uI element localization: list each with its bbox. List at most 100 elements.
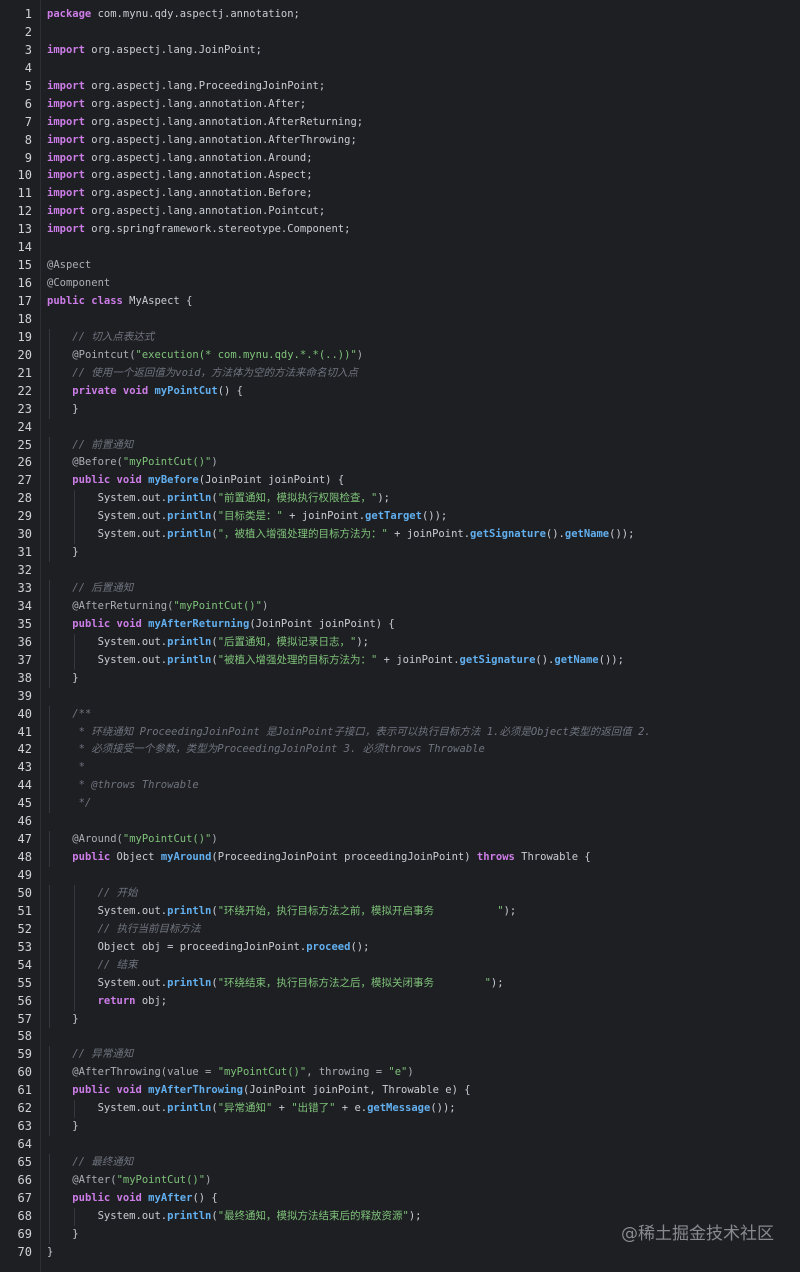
code-line[interactable]: import org.aspectj.lang.JoinPoint; xyxy=(47,42,800,60)
code-line[interactable] xyxy=(47,867,800,885)
code-line[interactable]: * 必须接受一个参数，类型为ProceedingJoinPoint 3. 必须t… xyxy=(47,741,800,760)
code-line[interactable] xyxy=(47,1136,800,1154)
code-line[interactable] xyxy=(47,1028,800,1046)
code-line[interactable]: public void myAfterThrowing(JoinPoint jo… xyxy=(47,1082,800,1101)
code-token: MyAspect { xyxy=(122,295,193,307)
code-line[interactable]: // 结束 xyxy=(47,956,800,975)
code-line[interactable]: } xyxy=(47,400,800,419)
code-line[interactable]: } xyxy=(47,1118,800,1137)
code-line[interactable]: private void myPointCut() { xyxy=(47,382,800,401)
code-line[interactable]: } xyxy=(47,544,800,563)
code-token: @Component xyxy=(47,277,111,290)
code-line[interactable]: public class MyAspect { xyxy=(47,293,800,311)
code-line[interactable]: System.out.println("异常通知" + "出错了" + e.ge… xyxy=(47,1100,800,1119)
code-line[interactable]: import org.springframework.stereotype.Co… xyxy=(47,221,800,239)
code-line[interactable]: * 环绕通知 ProceedingJoinPoint 是JoinPoint子接口… xyxy=(47,723,800,742)
code-token: + joinPoint. xyxy=(377,653,460,666)
indent-guide xyxy=(49,1154,50,1172)
code-line[interactable]: @Component xyxy=(47,275,800,293)
code-line[interactable]: // 使用一个返回值为void，方法体为空的方法来命名切入点 xyxy=(47,364,800,383)
code-token: (); xyxy=(350,940,370,953)
code-line[interactable]: // 开始 xyxy=(47,884,800,903)
code-line[interactable]: import org.aspectj.lang.annotation.Aroun… xyxy=(47,150,800,168)
code-token: "最终通知，模拟方法结束后的释放资源" xyxy=(217,1209,409,1222)
code-line[interactable]: public void myBefore(JoinPoint joinPoint… xyxy=(47,472,800,491)
code-line[interactable]: System.out.println("目标类是：" + joinPoint.g… xyxy=(47,508,800,527)
code-line[interactable]: // 最终通知 xyxy=(47,1154,800,1172)
line-number-gutter: 1 2 3 4 5 6 7 8 9 10 11 12 13 14 15 16 17 18 19 20 21 22 23 24 2… xyxy=(0,6,38,1262)
code-line[interactable]: import org.aspectj.lang.annotation.Befor… xyxy=(47,185,800,203)
code-line[interactable]: @AfterThrowing(value = "myPointCut()", t… xyxy=(47,1064,800,1083)
code-token: Object xyxy=(110,851,161,864)
code-token: @Pointcut( xyxy=(72,348,136,361)
code-line[interactable]: } xyxy=(47,1244,800,1262)
indent-guide xyxy=(74,920,76,939)
indent-guide xyxy=(74,526,76,545)
code-line[interactable]: @AfterReturning("myPointCut()") xyxy=(47,597,800,616)
code-token: ()); xyxy=(430,1102,456,1115)
code-token: myAfterReturning xyxy=(148,617,250,630)
code-token: ) xyxy=(211,833,218,846)
code-line[interactable] xyxy=(47,419,800,437)
code-line[interactable]: /** xyxy=(47,705,800,724)
code-token: System.out. xyxy=(47,976,168,989)
line-number: 70 xyxy=(17,1244,32,1259)
code-line[interactable]: // 前置通知 xyxy=(47,436,800,455)
indent-guide xyxy=(49,741,50,760)
indent-guide xyxy=(74,651,76,670)
code-line[interactable]: @Aspect xyxy=(47,257,800,275)
code-line[interactable]: System.out.println("被植入增强处理的目标方法为：" + jo… xyxy=(47,651,800,670)
code-line[interactable] xyxy=(47,311,800,329)
code-token: import xyxy=(47,205,85,218)
code-line[interactable]: @Before("myPointCut()") xyxy=(47,454,800,473)
code-line[interactable]: */ xyxy=(47,795,800,814)
code-token: public void xyxy=(72,474,142,487)
code-token: import xyxy=(47,151,85,164)
code-line[interactable] xyxy=(47,562,800,580)
code-line[interactable]: // 执行当前目标方法 xyxy=(47,920,800,939)
indent-guide xyxy=(74,974,76,993)
code-line[interactable]: import org.aspectj.lang.ProceedingJoinPo… xyxy=(47,78,800,96)
code-line[interactable]: public Object myAround(ProceedingJoinPoi… xyxy=(47,849,800,867)
code-line[interactable]: System.out.println("环绕结束，执行目标方法之后，模拟关闭事务… xyxy=(47,974,800,993)
code-token: * 环绕通知 ProceedingJoinPoint 是JoinPoint子接口… xyxy=(78,725,651,738)
code-line[interactable] xyxy=(47,813,800,831)
code-line[interactable]: import org.aspectj.lang.annotation.Point… xyxy=(47,203,800,221)
code-line[interactable]: package com.mynu.qdy.aspectj.annotation; xyxy=(47,6,800,24)
code-line[interactable]: * xyxy=(47,759,800,778)
code-line[interactable]: public void myAfterReturning(JoinPoint j… xyxy=(47,615,800,634)
code-token: @Aspect xyxy=(47,259,92,272)
code-line[interactable]: } xyxy=(47,669,800,688)
code-line[interactable]: System.out.println("后置通知，模拟记录日志，"); xyxy=(47,633,800,652)
code-token: proceed xyxy=(306,940,351,953)
code-line[interactable]: } xyxy=(47,1010,800,1029)
indent-guide xyxy=(74,884,76,903)
line-number: 52 xyxy=(17,921,32,936)
code-area[interactable]: package com.mynu.qdy.aspectj.annotation;… xyxy=(47,6,800,1262)
code-line[interactable]: // 后置通知 xyxy=(47,580,800,598)
code-line[interactable]: System.out.println("前置通知，模拟执行权限检查，"); xyxy=(47,490,800,509)
code-line[interactable]: Object obj = proceedingJoinPoint.proceed… xyxy=(47,938,800,957)
code-line[interactable]: public void myAfter() { xyxy=(47,1189,800,1208)
code-line[interactable]: import org.aspectj.lang.annotation.After… xyxy=(47,132,800,150)
code-line[interactable]: @After("myPointCut()") xyxy=(47,1171,800,1190)
code-line[interactable] xyxy=(47,688,800,706)
code-line[interactable]: // 异常通知 xyxy=(47,1046,800,1065)
code-line[interactable] xyxy=(47,239,800,257)
code-token: "，被植入增强处理的目标方法为：" xyxy=(217,528,388,541)
code-line[interactable]: * @throws Throwable xyxy=(47,777,800,796)
code-editor[interactable]: 1 2 3 4 5 6 7 8 9 10 11 12 13 14 15 16 17 18 19 20 21 22 23 24 2… xyxy=(0,0,800,1272)
code-line[interactable]: @Pointcut("execution(* com.mynu.qdy.*.*(… xyxy=(47,346,800,365)
code-line[interactable]: import org.aspectj.lang.annotation.Aspec… xyxy=(47,167,800,185)
code-line[interactable]: // 切入点表达式 xyxy=(47,328,800,347)
code-line[interactable] xyxy=(47,60,800,78)
code-line[interactable]: System.out.println("，被植入增强处理的目标方法为：" + j… xyxy=(47,526,800,545)
code-line[interactable]: return obj; xyxy=(47,992,800,1011)
code-line[interactable]: System.out.println("环绕开始，执行目标方法之前，模拟开启事务… xyxy=(47,902,800,921)
code-line[interactable] xyxy=(47,24,800,42)
code-line[interactable]: import org.aspectj.lang.annotation.After… xyxy=(47,96,800,114)
code-line[interactable]: @Around("myPointCut()") xyxy=(47,831,800,850)
code-line[interactable]: import org.aspectj.lang.annotation.After… xyxy=(47,114,800,132)
code-token: import xyxy=(47,187,85,200)
